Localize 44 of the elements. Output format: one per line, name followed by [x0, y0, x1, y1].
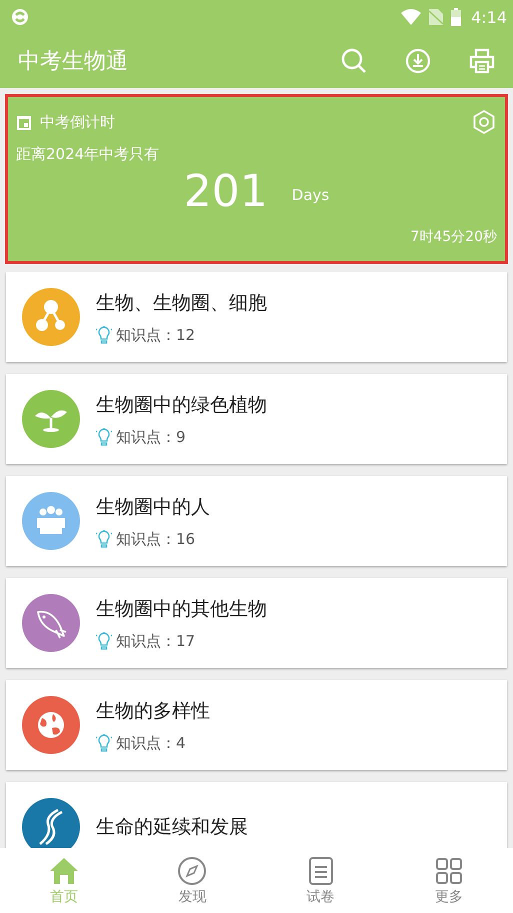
nav-tab[interactable]: 发现: [128, 848, 256, 913]
nav-tab[interactable]: 更多: [384, 848, 513, 913]
chapter-card[interactable]: 生物的多样性 知识点：4: [6, 680, 507, 770]
knowledge-point-count: 知识点：16: [116, 530, 196, 548]
knowledge-point-count: 知识点：12: [116, 326, 196, 344]
chapter-title: 生命的延续和发展: [96, 815, 248, 840]
chapter-title: 生物圈中的其他生物: [96, 596, 267, 622]
chapter-card[interactable]: 生命的延续和发展: [6, 782, 507, 848]
chapter-title: 生物圈中的绿色植物: [96, 392, 267, 418]
countdown-subtitle: 距离2024年中考只有: [16, 145, 160, 164]
knowledge-point-count: 知识点：9: [116, 428, 186, 446]
lightbulb-icon: [96, 734, 112, 752]
lightbulb-icon: [96, 326, 112, 344]
days-unit: Days: [292, 186, 330, 206]
lightbulb-icon: [96, 428, 112, 446]
countdown-title: 中考倒计时: [40, 112, 115, 132]
status-time: 4:14: [471, 8, 507, 26]
lightbulb-icon: [96, 632, 112, 650]
grid-icon: [434, 856, 464, 886]
settings-icon[interactable]: [471, 109, 497, 135]
nav-tab[interactable]: 试卷: [256, 848, 385, 913]
knowledge-point-count: 知识点：17: [116, 632, 196, 650]
chapter-card[interactable]: 生物圈中的其他生物 知识点：17: [6, 578, 507, 668]
compass-icon: [177, 856, 208, 886]
chapter-title: 生物、生物圈、细胞: [96, 290, 267, 316]
wifi-icon: [401, 9, 422, 25]
chapter-title: 生物的多样性: [96, 698, 210, 724]
lightbulb-icon: [96, 530, 112, 548]
days-count: 201: [184, 170, 268, 214]
calendar-icon: [16, 114, 32, 130]
chapter-card[interactable]: 生物圈中的绿色植物 知识点：9: [6, 374, 507, 464]
battery-icon: [451, 8, 462, 26]
home-icon: [49, 856, 80, 886]
app-notification-icon: [10, 7, 30, 27]
search-icon[interactable]: [341, 48, 367, 74]
download-icon[interactable]: [405, 48, 431, 74]
printer-icon[interactable]: [469, 48, 495, 74]
chapter-card[interactable]: 生物、生物圈、细胞 知识点：12: [6, 272, 507, 362]
app-title: 中考生物通: [18, 48, 128, 76]
no-sim-icon: [429, 9, 444, 25]
chapter-title: 生物圈中的人: [96, 494, 210, 520]
remaining-time: 7时45分20秒: [410, 228, 497, 246]
chapter-card[interactable]: 生物圈中的人 知识点：16: [6, 476, 507, 566]
knowledge-point-count: 知识点：4: [116, 734, 186, 752]
